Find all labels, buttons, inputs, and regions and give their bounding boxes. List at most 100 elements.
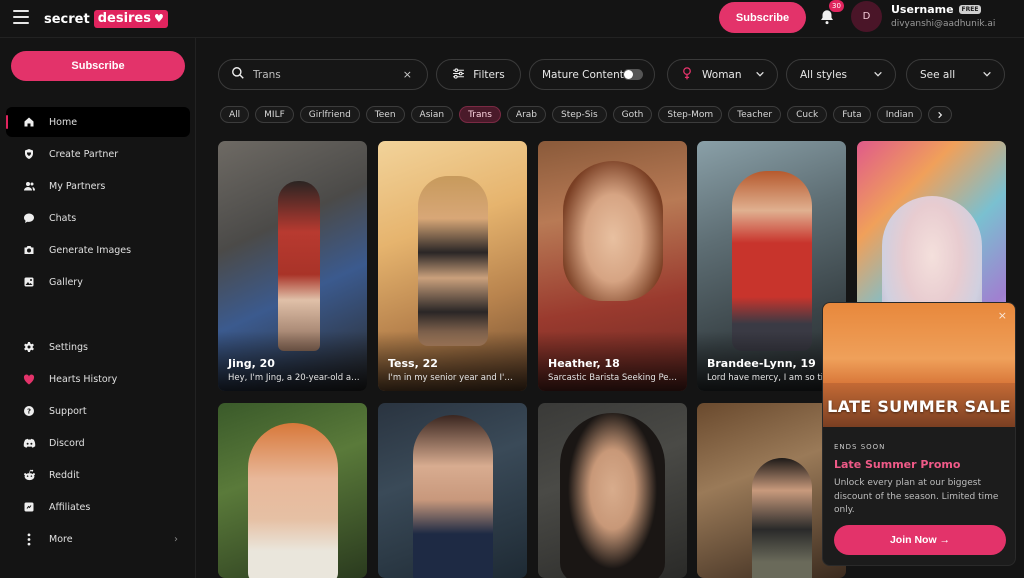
card-name: Heather, 18 xyxy=(548,357,620,370)
sidebar-item-my-partners[interactable]: My Partners xyxy=(6,171,190,201)
styles-select[interactable]: All styles xyxy=(786,59,896,90)
chip-milf[interactable]: MILF xyxy=(255,106,294,123)
sidebar-item-discord[interactable]: Discord xyxy=(6,428,190,458)
card-name: Jing, 20 xyxy=(228,357,275,370)
sidebar: Subscribe Home Create Partner My Partner… xyxy=(0,38,196,578)
sidebar-item-label: Create Partner xyxy=(49,148,119,160)
filters-label: Filters xyxy=(473,68,505,81)
join-now-button[interactable]: Join Now → xyxy=(834,525,1006,555)
card-image xyxy=(560,413,665,578)
chip-goth[interactable]: Goth xyxy=(612,106,653,123)
close-icon[interactable]: × xyxy=(998,309,1007,322)
subscribe-button[interactable]: Subscribe xyxy=(719,2,806,33)
chip-indian[interactable]: Indian xyxy=(876,106,923,123)
chip-cuck[interactable]: Cuck xyxy=(787,106,828,123)
sidebar-item-support[interactable]: ? Support xyxy=(6,396,190,426)
mature-content-label: Mature Content xyxy=(542,68,624,81)
sidebar-item-reddit[interactable]: Reddit xyxy=(6,460,190,490)
chevron-right-icon: › xyxy=(174,533,178,545)
sidebar-item-label: Chats xyxy=(49,212,77,224)
affiliate-icon xyxy=(22,500,36,514)
heart-shield-icon xyxy=(22,147,36,161)
svg-text:?: ? xyxy=(27,408,31,416)
chevron-down-icon xyxy=(756,71,764,77)
sidebar-item-label: Reddit xyxy=(49,469,80,481)
logo-word-2-badge: desires ♥ xyxy=(93,10,168,28)
partner-card[interactable] xyxy=(378,403,527,578)
sidebar-item-home[interactable]: Home xyxy=(6,107,190,137)
card-image xyxy=(563,161,663,301)
sidebar-item-label: More xyxy=(49,533,73,545)
discord-icon xyxy=(22,436,36,450)
sidebar-item-gallery[interactable]: Gallery xyxy=(6,267,190,297)
sidebar-item-label: Settings xyxy=(49,341,88,353)
see-all-value: See all xyxy=(920,68,956,81)
chip-trans[interactable]: Trans xyxy=(459,106,501,123)
card-image xyxy=(752,458,812,578)
chip-teen[interactable]: Teen xyxy=(365,106,405,123)
avatar[interactable]: D xyxy=(851,1,882,32)
sidebar-item-create-partner[interactable]: Create Partner xyxy=(6,139,190,169)
promo-headline: Late Summer Promo xyxy=(834,458,961,471)
chip-step-sis[interactable]: Step-Sis xyxy=(552,106,607,123)
chip-asian[interactable]: Asian xyxy=(410,106,454,123)
gender-select-value: Woman xyxy=(702,68,742,81)
plan-badge: FREE xyxy=(958,5,982,14)
card-image xyxy=(248,423,338,578)
chip-all[interactable]: All xyxy=(220,106,250,123)
hamburger-menu-icon[interactable] xyxy=(13,10,29,24)
styles-select-value: All styles xyxy=(800,68,848,81)
chip-girlfriend[interactable]: Girlfriend xyxy=(299,106,360,123)
chip-step-mom[interactable]: Step-Mom xyxy=(658,106,723,123)
logo-word-1: secret xyxy=(44,11,90,27)
username[interactable]: Username FREE xyxy=(891,3,982,16)
user-email: divyanshi@aadhunik.ai xyxy=(891,19,996,29)
card-description: Sarcastic Barista Seeking Peace xyxy=(548,373,680,383)
chip-teacher[interactable]: Teacher xyxy=(728,106,782,123)
logo-heart-icon: ♥ xyxy=(154,12,164,25)
chip-arab[interactable]: Arab xyxy=(506,106,547,123)
sidebar-item-label: Discord xyxy=(49,437,85,449)
partner-card[interactable] xyxy=(538,403,687,578)
help-icon: ? xyxy=(22,404,36,418)
see-all-select[interactable]: See all xyxy=(906,59,1005,90)
sidebar-item-label: Gallery xyxy=(49,276,83,288)
partner-card[interactable]: Jing, 20 Hey, I'm Jing, a 20-year-old ar… xyxy=(218,141,367,391)
partner-card[interactable]: Heather, 18 Sarcastic Barista Seeking Pe… xyxy=(538,141,687,391)
card-image xyxy=(413,415,493,578)
mature-content-toggle[interactable] xyxy=(623,69,643,80)
sidebar-subscribe-button[interactable]: Subscribe xyxy=(11,51,185,81)
sidebar-item-affiliates[interactable]: Affiliates xyxy=(6,492,190,522)
logo[interactable]: secret desires ♥ xyxy=(44,8,168,30)
sidebar-item-more[interactable]: More › xyxy=(6,524,190,554)
notification-count-badge: 30 xyxy=(829,0,844,12)
more-vertical-icon xyxy=(22,532,36,546)
gear-icon xyxy=(22,340,36,354)
sidebar-item-chats[interactable]: Chats xyxy=(6,203,190,233)
chevron-down-icon xyxy=(874,71,882,77)
filters-button[interactable]: Filters xyxy=(436,59,521,90)
promo-kicker: ENDS SOON xyxy=(834,443,886,451)
sidebar-item-generate-images[interactable]: Generate Images xyxy=(6,235,190,265)
chip-futa[interactable]: Futa xyxy=(833,106,871,123)
search-input[interactable] xyxy=(253,68,393,81)
partner-card[interactable] xyxy=(218,403,367,578)
gender-select[interactable]: Woman xyxy=(667,59,778,90)
card-image xyxy=(418,176,488,346)
mature-content-toggle-pill[interactable]: Mature Content xyxy=(529,59,655,90)
chat-icon xyxy=(22,211,36,225)
female-symbol-icon xyxy=(682,66,692,83)
clear-search-icon[interactable]: × xyxy=(403,68,412,81)
card-name: Tess, 22 xyxy=(388,357,438,370)
partner-card[interactable]: Tess, 22 I'm in my senior year and I'm r… xyxy=(378,141,527,391)
card-image xyxy=(278,181,320,351)
sidebar-item-settings[interactable]: Settings xyxy=(6,332,190,362)
chips-scroll-right-icon[interactable] xyxy=(928,106,953,123)
card-description: I'm in my senior year and I'm ready xyxy=(388,373,520,383)
heart-icon xyxy=(22,372,36,386)
promo-body: Unlock every plan at our biggest discoun… xyxy=(834,478,999,515)
sliders-icon xyxy=(452,67,465,82)
search-box[interactable]: × xyxy=(218,59,428,90)
sidebar-item-hearts-history[interactable]: Hearts History xyxy=(6,364,190,394)
top-bar: secret desires ♥ Subscribe 30 D Username… xyxy=(0,0,1024,38)
